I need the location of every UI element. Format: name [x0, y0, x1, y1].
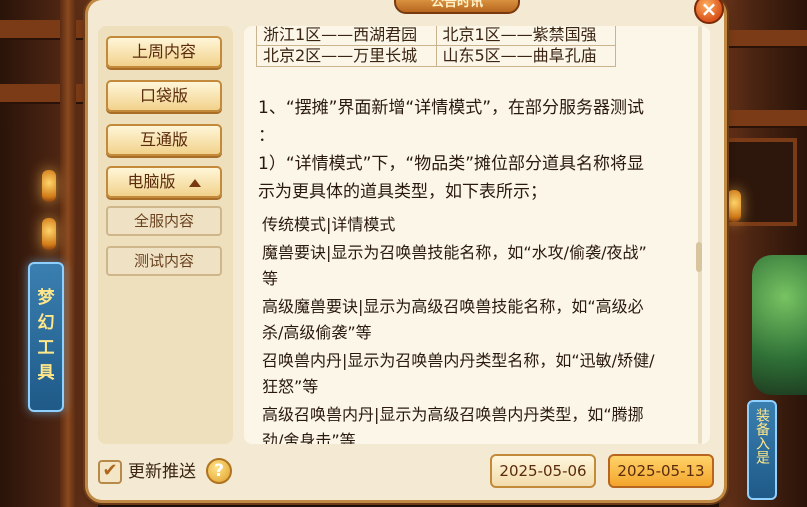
update-push-checkbox[interactable]: ✔ [98, 460, 122, 484]
wood-pillar [60, 0, 76, 507]
list-item-line: 高级魔兽要诀|显示为高级召唤兽技能名称，如“高级必 [262, 297, 644, 316]
intro-line: 1、“摆摊”界面新增“详情模式”，在部分服务器测试 [258, 98, 645, 118]
sidebar-item-pc[interactable]: 电脑版 [106, 166, 222, 198]
server-table: 浙江1区——西湖君园 北京1区——紫禁国强 北京2区——万里长城 山东5区——曲… [256, 26, 616, 67]
banner-char: 梦 [37, 288, 55, 308]
scrollbar-track[interactable] [698, 26, 702, 444]
wood-beam [719, 30, 807, 46]
announcement-content[interactable]: 浙江1区——西湖君园 北京1区——紫禁国强 北京2区——万里长城 山东5区——曲… [244, 26, 710, 444]
list-item-line: 劲/舍身击”等 [262, 431, 356, 444]
subitem-all-servers[interactable]: 全服内容 [106, 206, 222, 236]
sidebar-item-label: 电脑版 [127, 172, 176, 191]
banner-char: 工 [37, 338, 55, 358]
help-icon[interactable]: ? [206, 458, 232, 484]
scrollbar-thumb[interactable] [696, 242, 702, 272]
banner-text: 装备入是 [754, 408, 770, 464]
intro-line: ： [258, 126, 275, 146]
sidebar-item-label: 上周内容 [131, 42, 196, 61]
footer-bar: ✔ 更新推送 ? 2025-05-06 2025-05-13 [98, 452, 724, 492]
subitem-test-content[interactable]: 测试内容 [106, 246, 222, 276]
date-button-previous[interactable]: 2025-05-06 [490, 454, 596, 488]
list-header: 传统模式|详情模式 [262, 215, 396, 234]
banner-char: 具 [37, 363, 55, 383]
dragon-ornament [752, 255, 807, 395]
detail-line: 示为更具体的道具类型，如下表所示； [258, 182, 547, 202]
update-push-label[interactable]: 更新推送 [128, 460, 196, 484]
wood-beam [719, 110, 807, 126]
lantern-icon [42, 170, 56, 202]
sidebar-item-label: 互通版 [139, 130, 188, 149]
subitem-label: 全服内容 [133, 212, 194, 230]
wood-beam [0, 20, 98, 38]
table-row: 浙江1区——西湖君园 北京1区——紫禁国强 [256, 26, 616, 46]
list-item-line: 魔兽要诀|显示为召唤兽技能名称，如“水攻/偷袭/夜战” [262, 243, 647, 262]
background-left-scene [0, 0, 98, 507]
right-side-banner[interactable]: 装备入是 [747, 400, 777, 500]
dream-tools-banner[interactable]: 梦 幻 工 具 [28, 262, 64, 412]
wood-beam [0, 84, 98, 102]
collapse-arrow-icon [188, 178, 201, 187]
sidebar-item-last-week[interactable]: 上周内容 [106, 36, 222, 68]
sidebar-item-crossplay[interactable]: 互通版 [106, 124, 222, 156]
detail-line: 1）“详情模式”下，“物品类”摊位部分道具名称将显 [258, 154, 645, 174]
sidebar-item-pocket[interactable]: 口袋版 [106, 80, 222, 112]
table-cell: 北京2区——万里长城 [256, 45, 437, 67]
list-item-line: 杀/高级偷袭”等 [262, 323, 372, 342]
category-sidebar: 上周内容 口袋版 互通版 电脑版 全服内容 测试内容 [98, 26, 233, 444]
list-item-line: 高级召唤兽内丹|显示为高级召唤兽内丹类型，如“腾挪 [262, 405, 644, 424]
lantern-icon [727, 190, 741, 222]
list-item-line: 召唤兽内丹|显示为召唤兽内丹类型名称，如“迅敏/矫健/ [262, 351, 655, 370]
lantern-icon [42, 218, 56, 250]
date-button-current[interactable]: 2025-05-13 [608, 454, 714, 488]
panel-title: 公告时讯 [394, 0, 520, 14]
sidebar-item-label: 口袋版 [139, 86, 188, 105]
table-cell: 山东5区——曲阜孔庙 [435, 45, 616, 67]
list-item-line: 等 [262, 269, 279, 288]
table-cell: 北京1区——紫禁国强 [435, 26, 616, 46]
list-item-line: 狂怒”等 [262, 377, 319, 396]
subitem-label: 测试内容 [133, 252, 194, 270]
table-cell: 浙江1区——西湖君园 [256, 26, 437, 46]
banner-char: 幻 [37, 313, 55, 333]
table-row: 北京2区——万里长城 山东5区——曲阜孔庙 [256, 45, 616, 67]
